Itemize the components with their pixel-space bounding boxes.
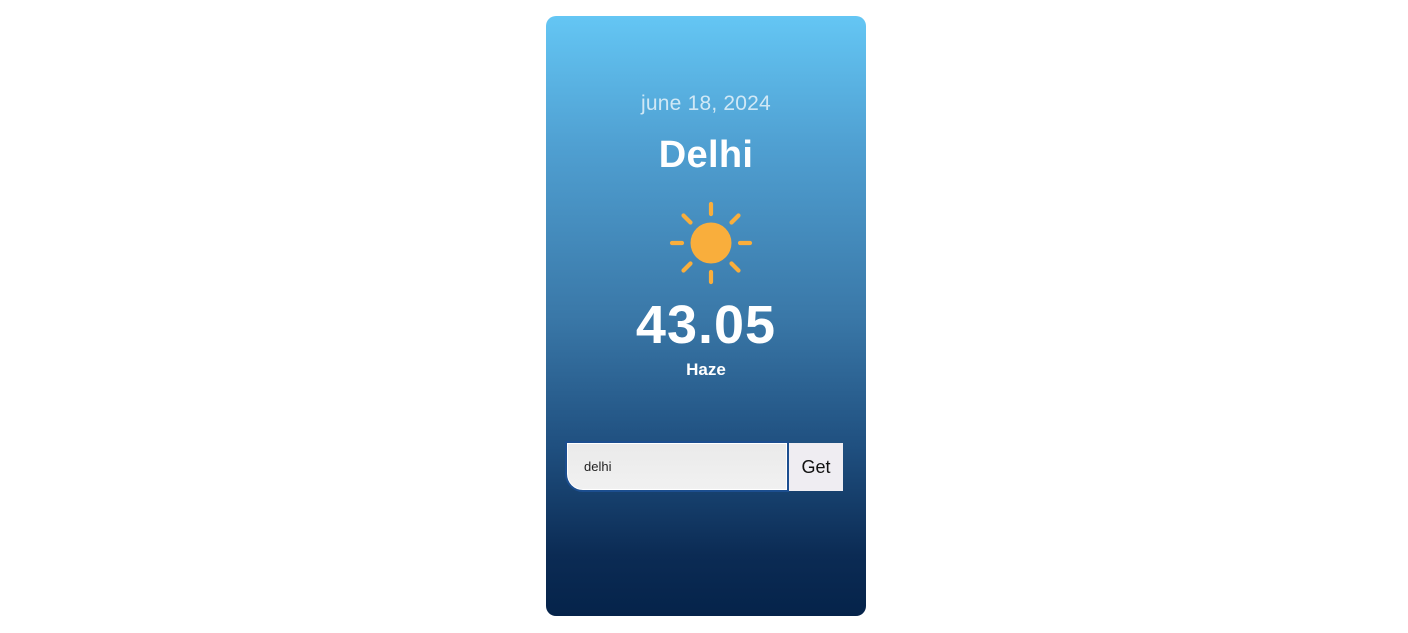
search-form: Get [565, 441, 845, 492]
weather-condition: Haze [686, 360, 726, 379]
weather-card: june 18, 2024 Delhi 43.05 Haze Get [546, 16, 866, 616]
date-label: june 18, 2024 [641, 92, 771, 115]
temperature-value: 43.05 [635, 295, 777, 355]
get-weather-button[interactable]: Get [789, 443, 843, 491]
page: june 18, 2024 Delhi 43.05 Haze Get [0, 0, 1408, 633]
city-search-input[interactable] [565, 441, 789, 492]
city-name: Delhi [658, 134, 754, 176]
sun-icon [669, 201, 753, 285]
